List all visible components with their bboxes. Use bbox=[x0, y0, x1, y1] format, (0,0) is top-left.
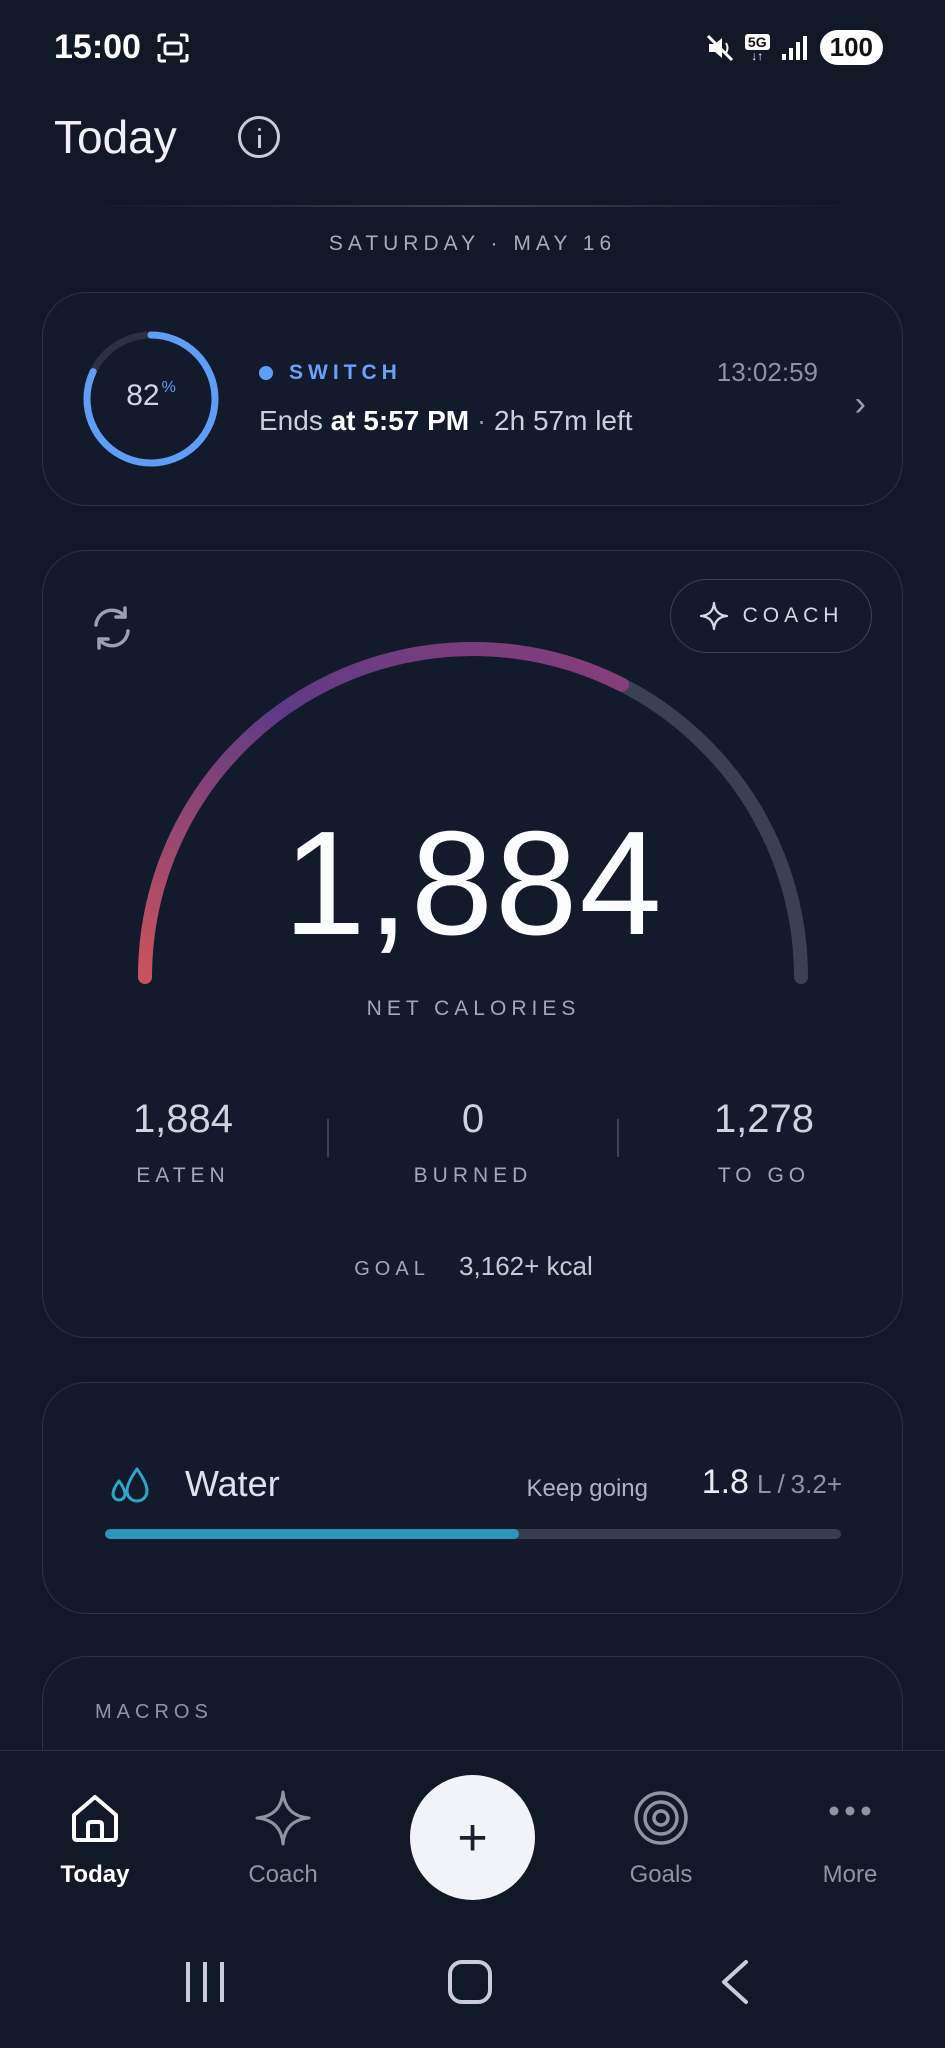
ends-at-word: at bbox=[330, 405, 356, 436]
water-slash: / bbox=[777, 1469, 785, 1499]
fasting-card[interactable]: 82% SWITCH 13:02:59 Ends at 5:57 PM · 2h… bbox=[42, 292, 903, 506]
bottom-nav: Today Coach + Goals More bbox=[0, 1750, 945, 1912]
back-icon[interactable] bbox=[716, 1958, 756, 2006]
water-amount: 1.8 L/3.2+ bbox=[702, 1463, 842, 1502]
recent-apps-icon[interactable] bbox=[180, 1958, 230, 2006]
eaten-stat: 1,884 EATEN bbox=[58, 1097, 308, 1188]
stat-divider bbox=[617, 1119, 619, 1157]
page-title: Today bbox=[54, 111, 177, 163]
fasting-ends-text: Ends at 5:57 PM · 2h 57m left bbox=[259, 405, 633, 437]
status-time: 15:00 bbox=[54, 28, 141, 66]
macros-label: MACROS bbox=[95, 1701, 213, 1723]
water-progress-track bbox=[105, 1529, 841, 1539]
screenshot-icon bbox=[157, 33, 189, 63]
net-calories-label: NET CALORIES bbox=[366, 997, 581, 1020]
fasting-progress-ring: 82% bbox=[81, 329, 221, 469]
stat-divider bbox=[327, 1119, 329, 1157]
signal-icon bbox=[781, 35, 807, 60]
status-icons: 5G ↓↑ 100 bbox=[705, 30, 883, 65]
sparkle-icon bbox=[255, 1790, 311, 1846]
nav-goals[interactable]: Goals bbox=[586, 1789, 736, 1889]
plus-icon: + bbox=[457, 1808, 488, 1867]
burned-stat: 0 BURNED bbox=[348, 1097, 598, 1188]
home-button-icon[interactable] bbox=[446, 1958, 494, 2006]
water-title: Water bbox=[185, 1463, 280, 1504]
date-label: SATURDAY · MAY 16 bbox=[328, 232, 617, 255]
goal-line: GOAL 3,162+ kcal bbox=[43, 1251, 904, 1282]
nav-coach[interactable]: Coach bbox=[208, 1789, 358, 1889]
nav-today[interactable]: Today bbox=[20, 1789, 170, 1889]
nav-coach-label: Coach bbox=[248, 1861, 318, 1888]
fasting-label-row: SWITCH bbox=[259, 361, 402, 385]
burned-value: 0 bbox=[461, 1097, 485, 1141]
system-nav-bar bbox=[0, 1912, 945, 2048]
fasting-percent: 82% bbox=[81, 379, 221, 413]
ends-separator: · bbox=[476, 405, 487, 436]
more-dots-icon bbox=[829, 1806, 871, 1816]
fasting-percent-value: 82 bbox=[126, 379, 160, 412]
ends-time: 5:57 PM bbox=[363, 405, 470, 436]
water-drop-icon bbox=[111, 1467, 149, 1503]
water-unit: L bbox=[756, 1469, 772, 1499]
battery-level: 100 bbox=[819, 30, 883, 65]
time-left: 2h 57m left bbox=[494, 405, 633, 436]
water-progress-fill bbox=[105, 1529, 519, 1539]
goal-value: 3,162+ kcal bbox=[459, 1251, 593, 1281]
goal-label: GOAL bbox=[354, 1258, 430, 1280]
net-calories-value: 1,884 bbox=[283, 801, 664, 966]
fasting-percent-sign: % bbox=[161, 379, 176, 396]
fasting-clock: 13:02:59 bbox=[716, 357, 818, 387]
target-icon bbox=[634, 1791, 688, 1845]
ends-prefix: Ends bbox=[259, 405, 323, 436]
nav-today-label: Today bbox=[60, 1861, 130, 1888]
network-type: 5G bbox=[744, 33, 770, 50]
water-goal: 3.2+ bbox=[790, 1469, 842, 1499]
chevron-right-icon[interactable]: › bbox=[855, 385, 866, 424]
nav-goals-label: Goals bbox=[629, 1861, 693, 1888]
nav-more-label: More bbox=[822, 1861, 878, 1888]
water-amount-value: 1.8 bbox=[701, 1463, 749, 1501]
network-badge: 5G ↓↑ bbox=[744, 33, 770, 63]
data-arrows-icon: ↓↑ bbox=[751, 48, 764, 63]
header-divider bbox=[80, 205, 865, 207]
water-card[interactable]: Water Keep going 1.8 L/3.2+ bbox=[42, 1382, 903, 1614]
home-icon bbox=[72, 1795, 118, 1842]
nav-more[interactable]: More bbox=[775, 1789, 925, 1889]
status-bar: 15:00 5G ↓↑ 100 bbox=[0, 0, 945, 100]
fasting-label: SWITCH bbox=[289, 361, 402, 384]
water-status: Keep going bbox=[526, 1475, 648, 1502]
add-button[interactable]: + bbox=[410, 1775, 535, 1900]
eaten-value: 1,884 bbox=[132, 1097, 234, 1141]
status-dot-icon bbox=[259, 366, 273, 380]
togo-stat: 1,278 TO GO bbox=[639, 1097, 889, 1188]
info-icon[interactable] bbox=[238, 116, 280, 158]
burned-label: BURNED bbox=[413, 1164, 533, 1187]
togo-label: TO GO bbox=[717, 1164, 811, 1187]
eaten-label: EATEN bbox=[136, 1164, 230, 1187]
togo-value: 1,278 bbox=[713, 1097, 815, 1141]
mute-icon bbox=[706, 34, 733, 61]
calories-card: COACH 1,884 NET CALORIES 1,884 EATEN 0 B… bbox=[42, 550, 903, 1338]
